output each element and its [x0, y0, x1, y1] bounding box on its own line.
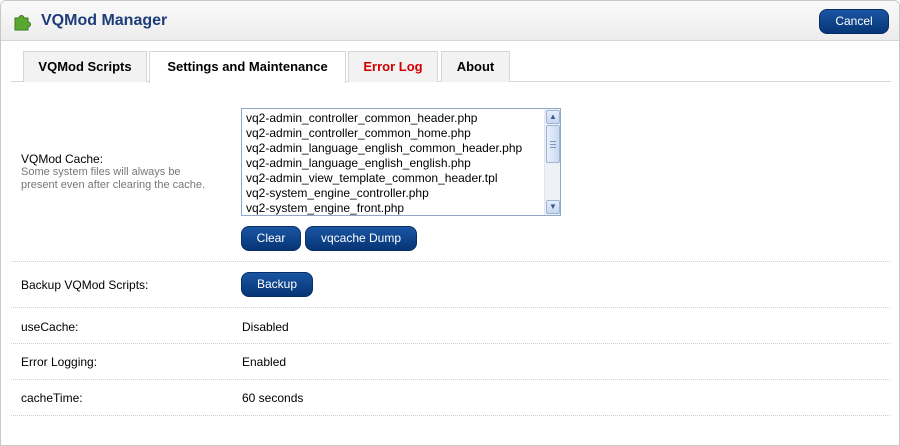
tab-vqmod-scripts[interactable]: VQMod Scripts [23, 51, 147, 82]
setting-row-cachetime: cacheTime: 60 seconds [11, 380, 890, 416]
cache-help-text: Some system files will always be present… [21, 166, 206, 191]
vqmod-manager-panel: VQMod Manager Cancel VQMod Scripts Setti… [0, 0, 900, 446]
cache-file-item[interactable]: vq2-system_engine_front.php [246, 201, 542, 215]
scrollbar-thumb[interactable] [546, 125, 560, 163]
cache-label: VQMod Cache: [21, 152, 104, 166]
setting-label: useCache: [21, 320, 79, 334]
cache-file-item[interactable]: vq2-admin_language_english_common_header… [246, 141, 542, 156]
backup-row: Backup VQMod Scripts: Backup [11, 262, 890, 308]
cache-files-list: vq2-admin_controller_common_header.php v… [246, 111, 542, 215]
puzzle-piece-icon [14, 15, 31, 31]
cache-file-item[interactable]: vq2-system_engine_controller.php [246, 186, 542, 201]
page-title: VQMod Manager [41, 12, 168, 29]
clear-cache-button[interactable]: Clear [241, 226, 301, 251]
setting-value: Disabled [242, 320, 289, 334]
listbox-scrollbar[interactable]: ▲ ▼ [544, 109, 560, 215]
backup-label: Backup VQMod Scripts: [21, 278, 149, 292]
cancel-button[interactable]: Cancel [819, 9, 889, 34]
setting-row-usecache: useCache: Disabled [11, 308, 890, 344]
cache-row: VQMod Cache: Some system files will alwa… [11, 92, 890, 262]
tab-settings-and-maintenance[interactable]: Settings and Maintenance [149, 51, 346, 83]
panel-heading: VQMod Manager Cancel [1, 1, 899, 41]
tab-bar: VQMod Scripts Settings and Maintenance E… [1, 51, 899, 83]
scroll-down-icon[interactable]: ▼ [546, 200, 560, 214]
setting-row-error-logging: Error Logging: Enabled [11, 344, 890, 380]
setting-label: Error Logging: [21, 355, 98, 369]
cache-file-item[interactable]: vq2-admin_language_english_english.php [246, 156, 542, 171]
cache-label-block: VQMod Cache: Some system files will alwa… [21, 152, 211, 192]
backup-button[interactable]: Backup [241, 272, 313, 297]
cache-file-item[interactable]: vq2-admin_controller_common_header.php [246, 111, 542, 126]
cache-files-listbox[interactable]: vq2-admin_controller_common_header.php v… [241, 108, 561, 216]
setting-label: cacheTime: [21, 391, 83, 405]
vqcache-dump-button[interactable]: vqcache Dump [305, 226, 417, 251]
setting-value: Enabled [242, 355, 287, 369]
cache-file-item[interactable]: vq2-admin_controller_common_home.php [246, 126, 542, 141]
tab-error-log[interactable]: Error Log [348, 51, 438, 82]
setting-value: 60 seconds [242, 391, 304, 405]
scroll-up-icon[interactable]: ▲ [546, 110, 560, 124]
cache-file-item[interactable]: vq2-admin_view_template_common_header.tp… [246, 171, 542, 186]
tab-about[interactable]: About [441, 51, 510, 82]
